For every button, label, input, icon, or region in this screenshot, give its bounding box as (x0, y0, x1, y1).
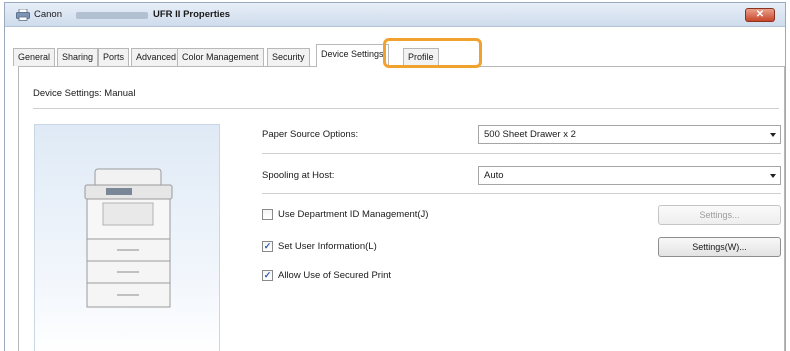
secured-print-checkbox[interactable]: ✓ (262, 270, 273, 281)
tab-sharing[interactable]: Sharing (57, 48, 99, 66)
tab-general[interactable]: General (13, 48, 56, 66)
user-info-option[interactable]: ✓ Set User Information(L) (262, 240, 562, 254)
user-info-label: Set User Information(L) (278, 241, 377, 252)
paper-source-label: Paper Source Options: (262, 129, 359, 140)
section-label: Device Settings: Manual (33, 88, 136, 99)
close-button[interactable]: ✕ (745, 8, 775, 22)
properties-window: Canon UFR II Properties ✕ General Sharin… (4, 2, 786, 351)
tab-strip: General Sharing Ports Advanced Color Man… (5, 27, 785, 67)
printer-preview (34, 124, 220, 351)
department-id-checkbox[interactable] (262, 209, 273, 220)
department-id-label: Use Department ID Management(J) (278, 209, 429, 220)
checkmark-icon: ✓ (263, 241, 272, 251)
tab-ports[interactable]: Ports (98, 48, 130, 66)
chevron-down-icon (770, 174, 776, 178)
spooling-value: Auto (484, 170, 504, 181)
printer-icon (16, 9, 30, 21)
options-divider (262, 153, 781, 154)
close-icon: ✕ (755, 9, 765, 20)
department-id-option[interactable]: Use Department ID Management(J) (262, 208, 562, 222)
paper-source-value: 500 Sheet Drawer x 2 (484, 129, 576, 140)
tab-security[interactable]: Security (267, 48, 310, 66)
spooling-divider (262, 193, 781, 194)
secured-print-option[interactable]: ✓ Allow Use of Secured Print (262, 269, 562, 283)
spooling-select[interactable]: Auto (478, 166, 781, 185)
redacted-model-name (76, 12, 148, 19)
spooling-label: Spooling at Host: (262, 170, 335, 181)
secured-print-label: Allow Use of Secured Print (278, 270, 391, 281)
tab-advanced[interactable]: Advanced (131, 48, 182, 66)
paper-source-select[interactable]: 500 Sheet Drawer x 2 (478, 125, 781, 144)
tab-device-settings[interactable]: Device Settings (316, 44, 389, 67)
tab-color-management[interactable]: Color Management (177, 48, 264, 66)
window-title-suffix: UFR II Properties (153, 9, 231, 20)
device-settings-panel: Device Settings: Manual Paper Source Opt… (18, 66, 785, 351)
checkmark-icon: ✓ (263, 270, 272, 280)
window-title-prefix: Canon (34, 9, 62, 20)
title-bar[interactable]: Canon UFR II Properties ✕ (5, 3, 785, 27)
department-id-settings-button[interactable]: Settings... (658, 205, 781, 225)
user-info-checkbox[interactable]: ✓ (262, 241, 273, 252)
section-divider (33, 108, 779, 109)
user-info-settings-button[interactable]: Settings(W)... (658, 237, 781, 257)
chevron-down-icon (770, 133, 776, 137)
printer-image (84, 168, 173, 308)
tab-profile[interactable]: Profile (403, 48, 439, 66)
